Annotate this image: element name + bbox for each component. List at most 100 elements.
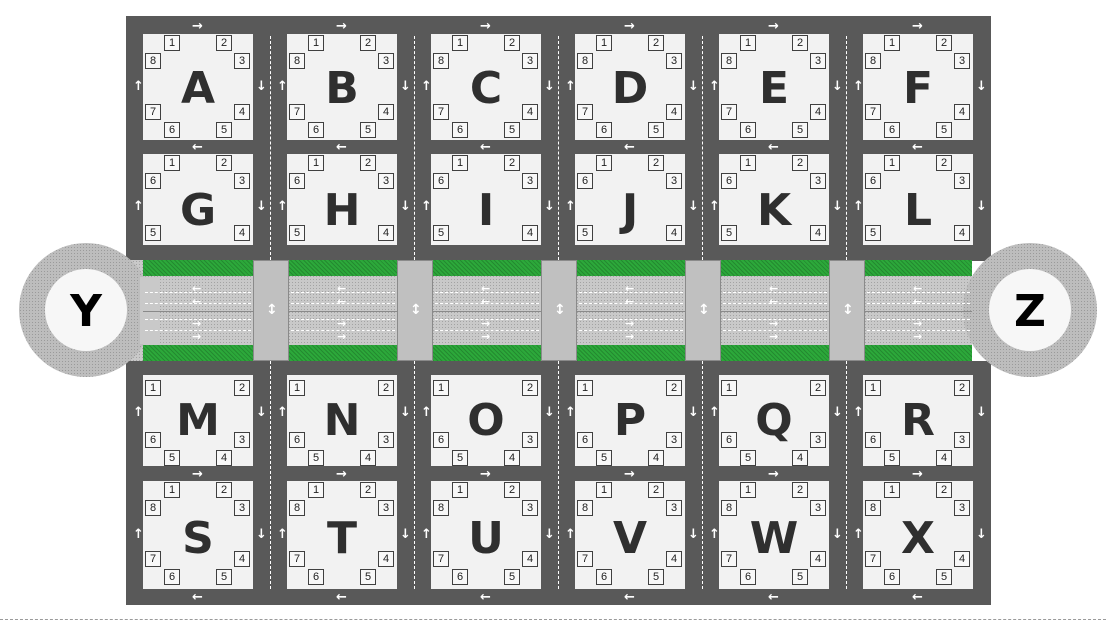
parking-slot-6: 6 xyxy=(452,122,468,138)
parking-slot-3: 3 xyxy=(234,500,250,516)
lane-arrow-right-4-4: → xyxy=(625,330,635,343)
lane-arrow-left-6-1: ← xyxy=(913,282,923,295)
arrow-left-upper-6: ← xyxy=(912,140,923,155)
arrow-down-r4-2: ↓ xyxy=(400,527,411,542)
parking-slot-3: 3 xyxy=(810,432,826,448)
parking-slot-1: 1 xyxy=(740,482,756,498)
arrow-down-r3-4: ↓ xyxy=(688,405,699,420)
block-bot-r1-3: O123456 xyxy=(431,375,541,466)
block-bot-r2-4: V12345678 xyxy=(575,481,685,589)
parking-slot-8: 8 xyxy=(145,53,161,69)
parking-slot-2: 2 xyxy=(666,380,682,396)
block-top-r1-5: E12345678 xyxy=(719,34,829,140)
parking-slot-4: 4 xyxy=(234,225,250,241)
arrow-right-top-5: → xyxy=(768,19,779,34)
parking-slot-1: 1 xyxy=(308,482,324,498)
parking-slot-6: 6 xyxy=(740,569,756,585)
parking-slot-3: 3 xyxy=(810,53,826,69)
arrow-down-r2-1: ↓ xyxy=(256,199,267,214)
lane-arrow-right-1-4: → xyxy=(192,330,202,343)
parking-slot-5: 5 xyxy=(596,450,612,466)
parking-slot-7: 7 xyxy=(289,551,305,567)
hub-label-right: Z xyxy=(1014,286,1046,337)
parking-slot-4: 4 xyxy=(360,450,376,466)
parking-slot-3: 3 xyxy=(522,173,538,189)
arrow-up-r3-3: ↑ xyxy=(421,405,432,420)
lane-arrow-left-4-1: ← xyxy=(625,282,635,295)
parking-slot-3: 3 xyxy=(954,432,970,448)
block-top-r1-4: D12345678 xyxy=(575,34,685,140)
lane-arrow-right-5-3: → xyxy=(769,317,779,330)
parking-slot-5: 5 xyxy=(792,569,808,585)
parking-slot-3: 3 xyxy=(954,500,970,516)
parking-slot-6: 6 xyxy=(865,173,881,189)
green-strip-bottom-3 xyxy=(433,345,541,361)
bottom-boundary-line xyxy=(0,619,1106,620)
arrow-up-r1-4: ↑ xyxy=(565,79,576,94)
arrow-down-r1-5: ↓ xyxy=(832,79,843,94)
parking-slot-5: 5 xyxy=(721,225,737,241)
arrow-right-top-4: → xyxy=(624,19,635,34)
arrow-down-r3-5: ↓ xyxy=(832,405,843,420)
lane-arrow-left-1-2: ← xyxy=(192,295,202,308)
block-top-r2-1: G123456 xyxy=(143,154,253,245)
arrow-up-r2-2: ↑ xyxy=(277,199,288,214)
arrow-down-r1-4: ↓ xyxy=(688,79,699,94)
parking-slot-3: 3 xyxy=(522,53,538,69)
parking-slot-3: 3 xyxy=(954,53,970,69)
arrow-up-r2-3: ↑ xyxy=(421,199,432,214)
lane-arrow-right-3-4: → xyxy=(481,330,491,343)
parking-slot-2: 2 xyxy=(936,155,952,171)
parking-slot-5: 5 xyxy=(452,450,468,466)
parking-slot-3: 3 xyxy=(378,500,394,516)
vertical-dash-top-1 xyxy=(270,36,271,260)
arrow-left-upper-4: ← xyxy=(624,140,635,155)
parking-slot-7: 7 xyxy=(577,104,593,120)
parking-slot-4: 4 xyxy=(234,104,250,120)
parking-slot-1: 1 xyxy=(289,380,305,396)
parking-slot-2: 2 xyxy=(216,482,232,498)
arrow-up-r3-2: ↑ xyxy=(277,405,288,420)
parking-slot-2: 2 xyxy=(792,35,808,51)
parking-slot-6: 6 xyxy=(721,432,737,448)
parking-slot-4: 4 xyxy=(666,225,682,241)
block-top-r1-3: C12345678 xyxy=(431,34,541,140)
green-strip-top-1 xyxy=(143,260,253,276)
block-bot-r1-2: N123456 xyxy=(287,375,397,466)
parking-slot-3: 3 xyxy=(378,173,394,189)
arrow-down-r4-1: ↓ xyxy=(256,527,267,542)
arrow-up-r1-1: ↑ xyxy=(133,79,144,94)
arrow-up-r4-1: ↑ xyxy=(133,527,144,542)
arrow-up-r1-5: ↑ xyxy=(709,79,720,94)
arrow-down-r4-6: ↓ xyxy=(976,527,987,542)
arrow-down-r1-3: ↓ xyxy=(544,79,555,94)
parking-slot-2: 2 xyxy=(936,35,952,51)
center-line-5 xyxy=(721,311,829,312)
parking-slot-6: 6 xyxy=(433,173,449,189)
arrow-right-top-1: → xyxy=(192,19,203,34)
parking-slot-8: 8 xyxy=(145,500,161,516)
parking-slot-6: 6 xyxy=(596,569,612,585)
lane-arrow-right-4-3: → xyxy=(625,317,635,330)
green-strip-top-2 xyxy=(289,260,397,276)
arrow-up-r2-5: ↑ xyxy=(709,199,720,214)
green-strip-bottom-2 xyxy=(289,345,397,361)
parking-slot-2: 2 xyxy=(792,482,808,498)
arrow-down-r2-3: ↓ xyxy=(544,199,555,214)
parking-slot-2: 2 xyxy=(792,155,808,171)
block-bot-r1-6: R123456 xyxy=(863,375,973,466)
parking-slot-3: 3 xyxy=(666,53,682,69)
parking-slot-8: 8 xyxy=(433,53,449,69)
arrow-right-top-2: → xyxy=(336,19,347,34)
parking-slot-7: 7 xyxy=(721,104,737,120)
block-top-r2-2: H123456 xyxy=(287,154,397,245)
parking-slot-5: 5 xyxy=(884,450,900,466)
parking-slot-3: 3 xyxy=(522,500,538,516)
parking-slot-7: 7 xyxy=(865,551,881,567)
parking-slot-2: 2 xyxy=(216,155,232,171)
parking-slot-6: 6 xyxy=(884,122,900,138)
crossing-arrow-5: ↕ xyxy=(842,302,854,318)
parking-slot-7: 7 xyxy=(433,551,449,567)
parking-slot-6: 6 xyxy=(289,173,305,189)
arrow-up-r4-2: ↑ xyxy=(277,527,288,542)
